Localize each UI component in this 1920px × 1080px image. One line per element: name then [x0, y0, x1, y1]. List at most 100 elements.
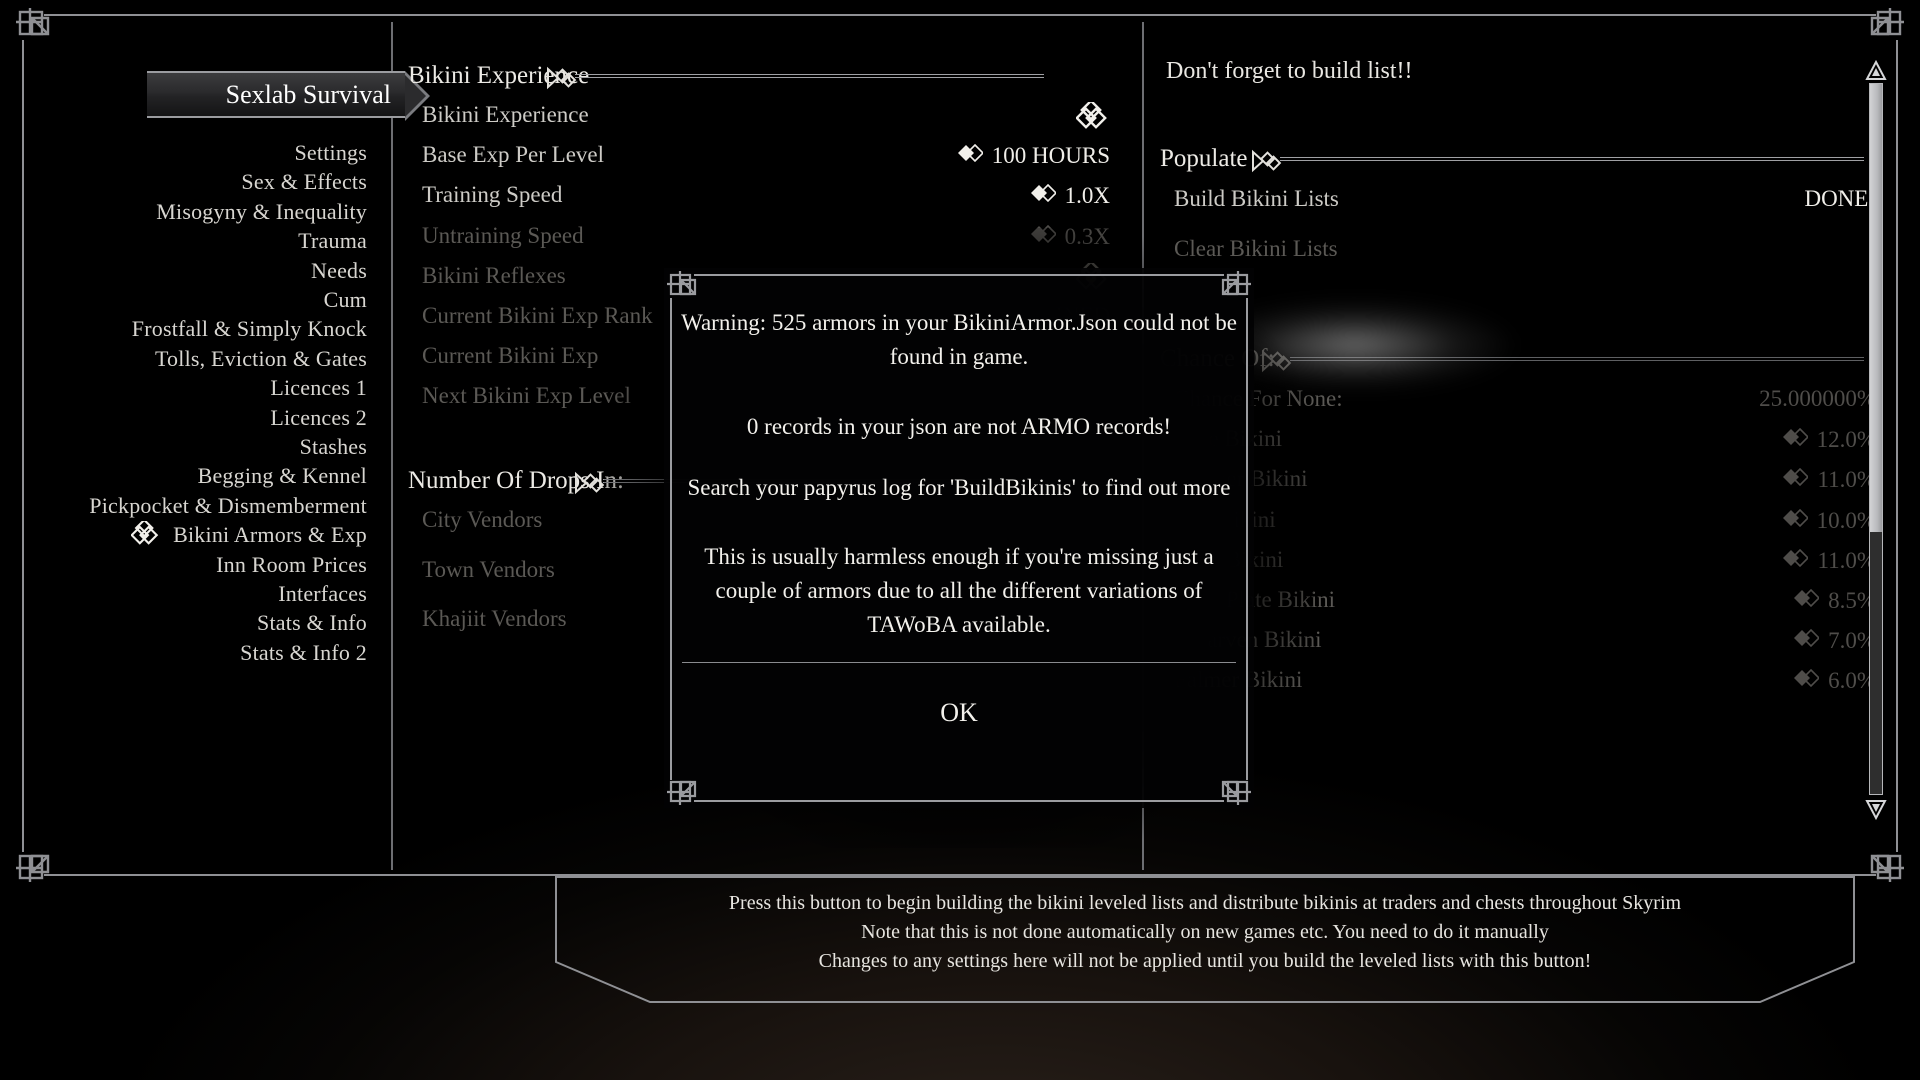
modal-ok-button[interactable]: OK: [664, 698, 1254, 728]
option-row[interactable]: Iron Bikini10.0%: [1152, 507, 1892, 547]
sidebar-item-settings[interactable]: Settings: [295, 140, 368, 166]
option-row[interactable]: Steel Plate Bikini 8.5%: [1152, 587, 1892, 627]
slider-arrows-icon[interactable]: [1030, 223, 1057, 249]
section-knot-icon: [545, 66, 579, 90]
option-row[interactable]: Build Bikini Lists DONE!: [1152, 186, 1892, 226]
sidebar-selected-mod[interactable]: Sexlab Survival: [147, 71, 430, 121]
option-value[interactable]: 11.0%: [1782, 547, 1876, 574]
option-value[interactable]: 11.0%: [1782, 466, 1876, 493]
section-rule: [1290, 357, 1864, 361]
sidebar-item-stashes[interactable]: Stashes: [300, 434, 367, 460]
option-value[interactable]: 10.0%: [1782, 507, 1876, 534]
sidebar-item-misogyny-inequality[interactable]: Misogyny & Inequality: [156, 199, 367, 225]
scrollbar[interactable]: [1865, 59, 1887, 821]
sidebar-item-label: Trauma: [298, 228, 367, 254]
option-row[interactable]: Untraining Speed 0.3X: [400, 223, 1140, 263]
sidebar-item-label: Pickpocket & Dismemberment: [89, 492, 367, 518]
modal-bottom-border: [694, 800, 1224, 802]
sidebar-item-stats-info[interactable]: Stats & Info: [257, 610, 367, 636]
modal-corner-top-left-icon: [664, 268, 704, 308]
scroll-down-arrow-icon[interactable]: [1865, 798, 1887, 821]
sidebar-item-label: Stashes: [299, 434, 367, 459]
help-line: Changes to any settings here will not be…: [818, 950, 1592, 972]
sidebar-item-needs[interactable]: Needs: [311, 258, 367, 284]
slider-arrows-icon[interactable]: [1793, 587, 1821, 613]
sidebar-item-label: Sex & Effects: [241, 169, 367, 195]
scrollbar-thumb[interactable]: [1870, 84, 1882, 532]
sidebar-selected-label: Sexlab Survival: [225, 80, 391, 109]
sidebar-item-label: Misogyny & Inequality: [156, 198, 367, 224]
sidebar-item-licences-2[interactable]: Licences 2: [270, 405, 367, 431]
build-list-notice: Don't forget to build list!!: [1166, 58, 1413, 84]
option-value[interactable]: 100 HOURS: [957, 142, 1110, 169]
option-value[interactable]: 8.5%: [1793, 587, 1876, 614]
option-value[interactable]: 0.3X: [1030, 223, 1110, 250]
sidebar-item-trauma[interactable]: Trauma: [298, 228, 367, 254]
slider-arrows-icon[interactable]: [1782, 466, 1810, 492]
option-row[interactable]: Base Exp Per Level 100 HOURS: [400, 142, 1140, 182]
section-knot-icon: [573, 471, 607, 495]
modal-corner-top-right-icon: [1214, 268, 1254, 308]
sidebar-item-label: Licences 2: [270, 404, 367, 430]
section-header-chance-of: Chance Of:: [1152, 345, 1892, 379]
option-row[interactable]: Hide Bikini12.0%: [1152, 426, 1892, 466]
frame-top-line: [44, 14, 1876, 16]
sidebar-item-label: Frostfall & Simply Knock: [131, 316, 367, 342]
warning-dialog: Warning: 525 armors in your BikiniArmor.…: [664, 268, 1254, 808]
slider-arrows-icon[interactable]: [1782, 547, 1810, 573]
option-label: Town Vendors: [422, 556, 555, 582]
modal-corner-bottom-left-icon: [664, 768, 704, 808]
sidebar-item-label: Stats & Info: [257, 610, 367, 636]
sidebar-item-stats-info-2[interactable]: Stats & Info 2: [240, 640, 367, 666]
option-row[interactable]: Steel Bikini11.0%: [1152, 547, 1892, 587]
sidebar-item-cum[interactable]: Cum: [324, 287, 367, 313]
sidebar-item-pickpocket-dismemberment[interactable]: Pickpocket & Dismemberment: [89, 493, 367, 519]
sidebar-item-inn-room-prices[interactable]: Inn Room Prices: [216, 552, 367, 578]
option-value[interactable]: 7.0%: [1793, 627, 1876, 654]
option-row[interactable]: Training Speed 1.0X: [400, 182, 1140, 222]
option-value-text: 25.000000%: [1759, 386, 1876, 411]
slider-arrows-icon[interactable]: [1793, 627, 1821, 653]
option-value[interactable]: [1075, 99, 1110, 134]
slider-arrows-icon[interactable]: [1782, 426, 1809, 452]
option-row[interactable]: Chance For None: 25.000000%: [1152, 386, 1892, 426]
modal-paragraph-4: This is usually harmless enough if you'r…: [704, 544, 1214, 637]
bikini-knot-icon: [130, 518, 161, 547]
option-row[interactable]: Dwarven Bikini7.0%: [1152, 627, 1892, 667]
modal-paragraph-1: Warning: 525 armors in your BikiniArmor.…: [681, 310, 1237, 369]
sidebar-item-begging-kennel[interactable]: Begging & Kennel: [198, 463, 367, 489]
sidebar-item-label: Bikini Armors & Exp: [173, 522, 367, 548]
option-value: 25.000000%: [1759, 386, 1876, 412]
option-label: Build Bikini Lists: [1174, 186, 1339, 211]
sidebar-item-label: Interfaces: [278, 581, 367, 606]
sidebar-item-sex-effects[interactable]: Sex & Effects: [241, 169, 367, 195]
option-row[interactable]: Bikini Experience: [400, 99, 1140, 142]
sidebar-item-interfaces[interactable]: Interfaces: [278, 581, 367, 607]
scroll-up-arrow-icon[interactable]: [1865, 59, 1887, 82]
sidebar-item-tolls-eviction-gates[interactable]: Tolls, Eviction & Gates: [155, 346, 367, 372]
sidebar-item-label: Cum: [323, 287, 367, 312]
slider-arrows-icon[interactable]: [1782, 507, 1809, 533]
section-header-bikini-experience: Bikini Experience: [400, 62, 1140, 96]
sidebar-item-label: Needs: [311, 257, 367, 283]
section-title: Populate: [1160, 145, 1248, 172]
option-row[interactable]: Clear Bikini Lists: [1152, 236, 1892, 276]
sidebar-item-label: Settings: [294, 140, 367, 165]
section-knot-icon: [1260, 349, 1294, 373]
sidebar-item-bikini-armors-exp[interactable]: Bikini Armors & Exp: [130, 518, 367, 548]
sidebar-item-licences-1[interactable]: Licences 1: [270, 375, 367, 401]
help-line: Press this button to begin building the …: [728, 892, 1682, 914]
sidebar-item-frostfall-simply-knock[interactable]: Frostfall & Simply Knock: [132, 316, 367, 342]
checkbox-knot-icon[interactable]: [1075, 99, 1110, 134]
modal-paragraph-2: 0 records in your json are not ARMO reco…: [746, 414, 1172, 439]
option-row[interactable]: Leather Bikini11.0%: [1152, 466, 1892, 506]
sidebar: Sexlab Survival Settings Sex & Effects Mis…: [24, 40, 430, 852]
option-value[interactable]: 6.0%: [1793, 667, 1876, 694]
sidebar-item-label: Inn Room Prices: [216, 551, 367, 577]
slider-arrows-icon[interactable]: [1030, 182, 1057, 208]
slider-arrows-icon[interactable]: [1793, 667, 1821, 693]
slider-arrows-icon[interactable]: [957, 142, 984, 168]
option-value[interactable]: 12.0%: [1782, 426, 1876, 453]
option-value[interactable]: 1.0X: [1030, 182, 1110, 209]
option-row[interactable]: Falmer Bikini6.0%: [1152, 667, 1892, 707]
